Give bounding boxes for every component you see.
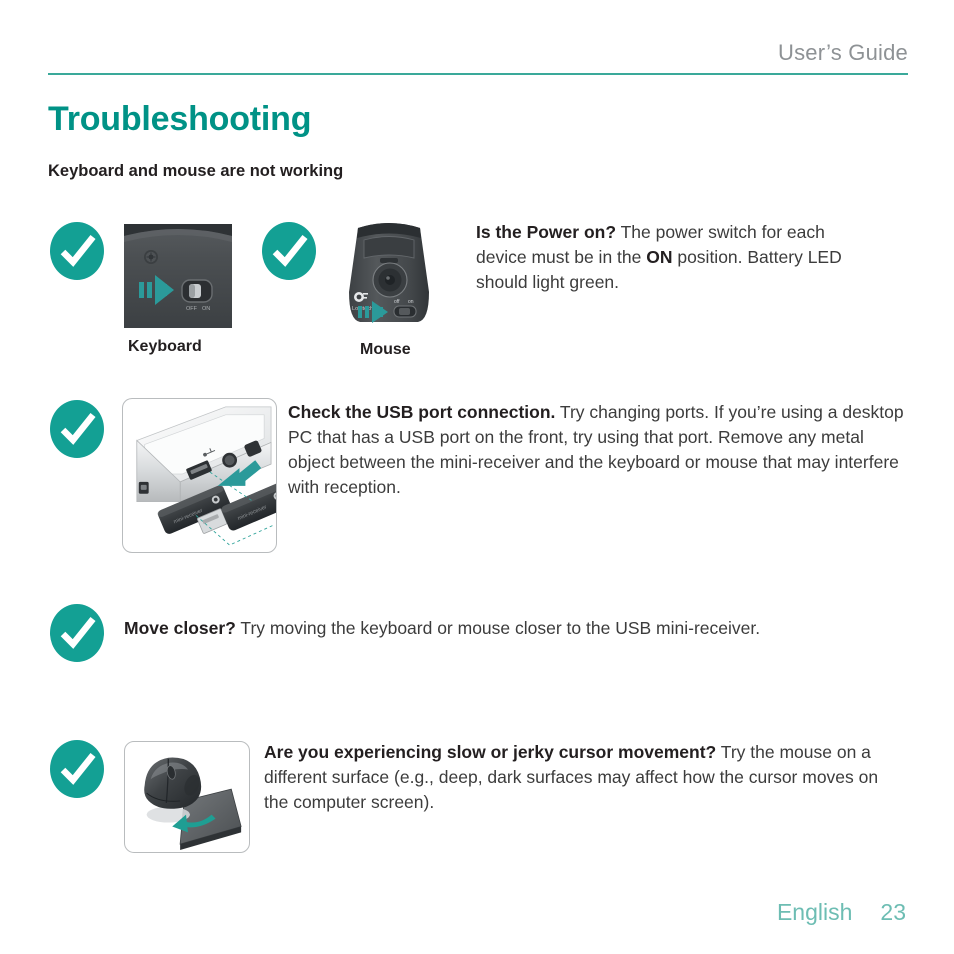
- power-on-lead: Is the Power on?: [476, 222, 617, 242]
- keyboard-caption: Keyboard: [128, 338, 202, 355]
- svg-text:off: off: [394, 299, 400, 305]
- move-closer-body: Try moving the keyboard or mouse closer …: [235, 618, 761, 638]
- move-closer-lead: Move closer?: [124, 618, 236, 638]
- checkmark-icon: [50, 400, 104, 458]
- keyboard-power-switch-figure: OFF ON: [124, 224, 232, 328]
- header-title: User’s Guide: [778, 40, 908, 65]
- usb-receiver-plug-figure: mini-receiver mini-receiver: [122, 398, 277, 553]
- section-subtitle: Keyboard and mouse are not working: [48, 162, 344, 180]
- cursor-movement-lead: Are you experiencing slow or jerky curso…: [264, 742, 717, 762]
- svg-text:ON: ON: [202, 306, 210, 312]
- usb-port-lead: Check the USB port connection.: [288, 402, 556, 422]
- mouse-power-switch-figure: Logitech off on: [328, 222, 450, 330]
- document-page: User’s Guide Troubleshooting Keyboard an…: [0, 0, 954, 954]
- svg-text:Logitech: Logitech: [352, 306, 373, 312]
- checkmark-icon: [50, 604, 104, 662]
- page-header: User’s Guide: [48, 40, 908, 78]
- header-divider: [48, 73, 908, 75]
- page-title: Troubleshooting: [48, 100, 312, 138]
- power-on-emphasis: ON: [646, 247, 673, 267]
- mouse-caption: Mouse: [360, 341, 411, 358]
- checkmark-icon: [50, 740, 104, 798]
- svg-text:OFF: OFF: [186, 306, 198, 312]
- usb-port-text: Check the USB port connection. Try chang…: [288, 400, 912, 500]
- move-closer-text: Move closer? Try moving the keyboard or …: [124, 616, 924, 641]
- footer-page-number: 23: [880, 899, 906, 925]
- svg-text:on: on: [408, 299, 414, 305]
- mouse-on-surface-figure: [124, 741, 250, 853]
- checkmark-icon: [262, 222, 316, 280]
- page-footer: English 23: [777, 899, 906, 926]
- footer-language: English: [776, 899, 853, 925]
- power-on-text: Is the Power on? The power switch for ea…: [476, 220, 876, 295]
- checkmark-icon: [50, 222, 104, 280]
- cursor-movement-text: Are you experiencing slow or jerky curso…: [264, 740, 900, 815]
